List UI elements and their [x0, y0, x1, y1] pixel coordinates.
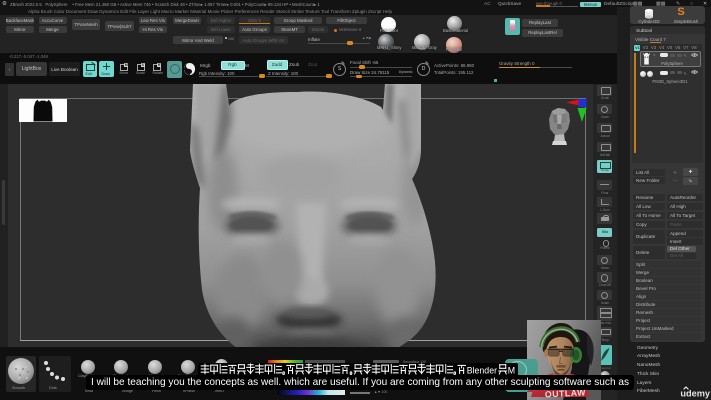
- svg-text:Blender: Blender: [467, 365, 497, 375]
- svg-text:M: M: [508, 365, 515, 375]
- svg-text:udemy: udemy: [680, 388, 711, 398]
